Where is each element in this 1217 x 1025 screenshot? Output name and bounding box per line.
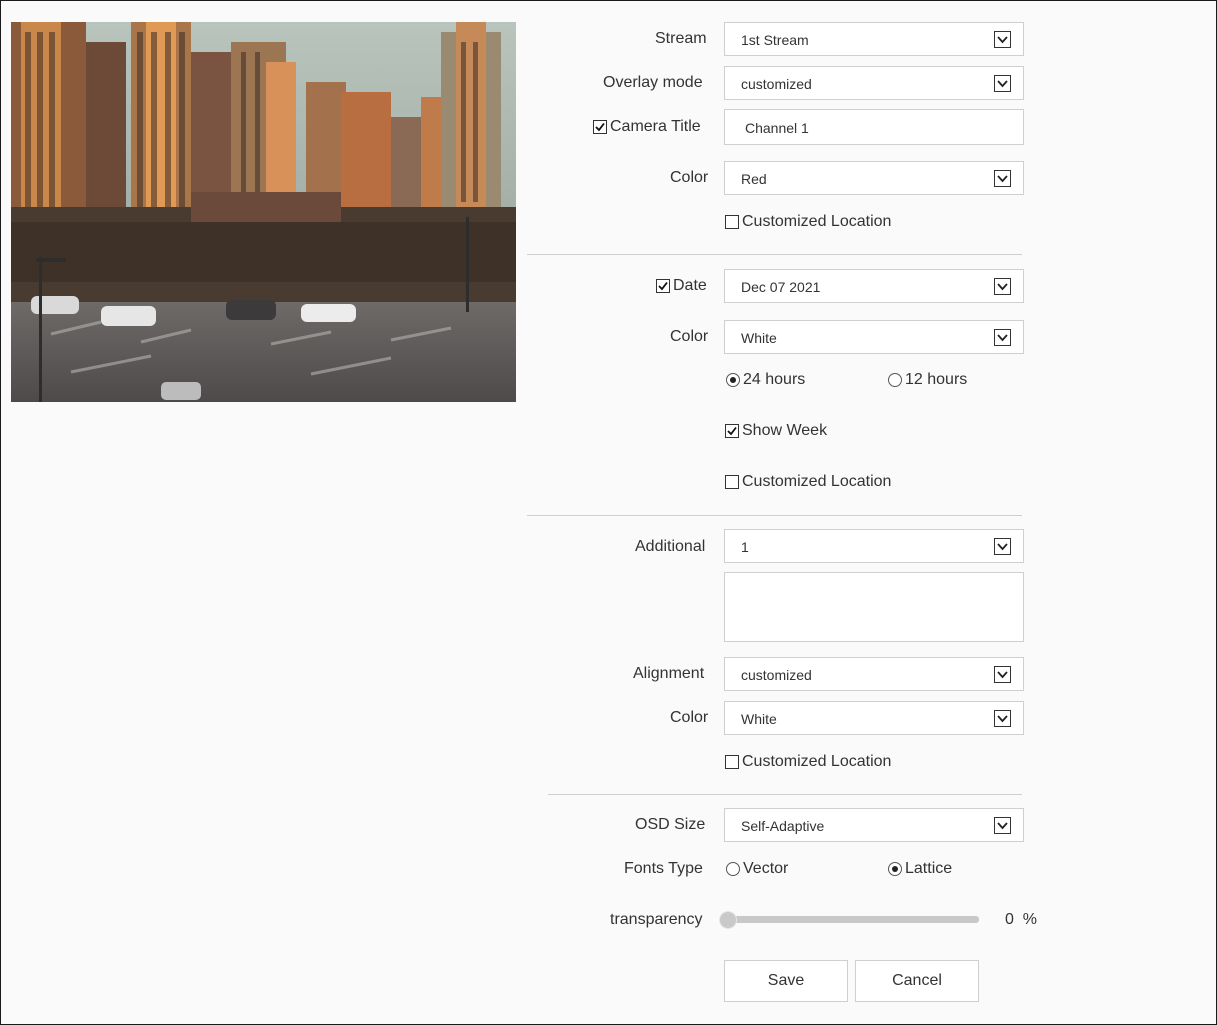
osd-size-select[interactable]: Self-Adaptive [724,808,1024,842]
camera-title-input[interactable]: Channel 1 [724,109,1024,145]
chevron-down-icon[interactable] [994,170,1011,187]
fonts-type-label: Fonts Type [624,860,703,877]
date-customized-location-checkbox[interactable]: Customized Location [725,473,891,491]
transparency-slider-handle[interactable] [719,911,737,929]
fonts-lattice-label: Lattice [905,860,953,877]
additional-label: Additional [635,538,706,555]
section-divider [527,254,1022,255]
osd-settings-panel: Stream 1st Stream Overlay mode customize… [0,0,1217,1025]
title-customized-location-checkbox[interactable]: Customized Location [725,213,891,231]
transparency-label: transparency [610,911,703,928]
checkbox-checked-icon[interactable] [593,120,607,134]
stream-select[interactable]: 1st Stream [724,22,1024,56]
checkbox-unchecked-icon[interactable] [725,755,739,769]
additional-text-input[interactable] [724,572,1024,642]
title-color-label: Color [670,169,709,186]
checkbox-checked-icon[interactable] [656,279,670,293]
chevron-down-icon[interactable] [994,538,1011,555]
additional-color-label: Color [670,709,709,726]
title-color-value: Red [741,171,767,187]
transparency-value: 0 [1005,911,1014,928]
osd-size-value: Self-Adaptive [741,818,825,834]
additional-customized-location-label: Customized Location [742,753,892,770]
save-button[interactable]: Save [724,960,848,1002]
additional-select[interactable]: 1 [724,529,1024,563]
fonts-vector-radio[interactable]: Vector [726,860,788,878]
radio-selected-icon[interactable] [726,373,740,387]
radio-unselected-icon[interactable] [888,373,902,387]
stream-label: Stream [655,30,707,47]
date-color-select[interactable]: White [724,320,1024,354]
transparency-readout: 0 % [1005,911,1037,929]
stream-value: 1st Stream [741,32,809,48]
chevron-down-icon[interactable] [994,817,1011,834]
additional-color-value: White [741,711,777,727]
title-color-select[interactable]: Red [724,161,1024,195]
date-customized-location-label: Customized Location [742,473,892,490]
date-checkbox[interactable]: Date [656,277,707,295]
radio-unselected-icon[interactable] [726,862,740,876]
transparency-unit: % [1022,911,1038,928]
osd-size-label: OSD Size [635,816,706,833]
overlay-mode-label: Overlay mode [603,74,703,91]
checkbox-unchecked-icon[interactable] [725,215,739,229]
radio-selected-icon[interactable] [888,862,902,876]
alignment-value: customized [741,667,812,683]
camera-title-checkbox[interactable]: Camera Title [593,118,701,136]
chevron-down-icon[interactable] [994,666,1011,683]
checkbox-unchecked-icon[interactable] [725,475,739,489]
alignment-label: Alignment [633,665,705,682]
transparency-slider-track[interactable] [734,916,979,923]
date-color-label: Color [670,328,709,345]
date-label: Date [673,277,707,294]
camera-title-label: Camera Title [610,118,701,135]
camera-title-value: Channel 1 [745,120,809,136]
date-format-value: Dec 07 2021 [741,279,821,295]
camera-preview-image [11,22,516,402]
fonts-vector-label: Vector [743,860,789,877]
hours-24-label: 24 hours [743,371,806,388]
additional-color-select[interactable]: White [724,701,1024,735]
chevron-down-icon[interactable] [994,710,1011,727]
date-format-select[interactable]: Dec 07 2021 [724,269,1024,303]
show-week-checkbox[interactable]: Show Week [725,422,827,440]
date-color-value: White [741,330,777,346]
additional-customized-location-checkbox[interactable]: Customized Location [725,753,891,771]
fonts-lattice-radio[interactable]: Lattice [888,860,952,878]
hours-12-label: 12 hours [905,371,968,388]
alignment-select[interactable]: customized [724,657,1024,691]
cancel-button[interactable]: Cancel [855,960,979,1002]
chevron-down-icon[interactable] [994,329,1011,346]
chevron-down-icon[interactable] [994,278,1011,295]
show-week-label: Show Week [742,422,828,439]
overlay-mode-select[interactable]: customized [724,66,1024,100]
chevron-down-icon[interactable] [994,75,1011,92]
hours-12-radio[interactable]: 12 hours [888,371,967,389]
checkbox-checked-icon[interactable] [725,424,739,438]
hours-24-radio[interactable]: 24 hours [726,371,805,389]
additional-value: 1 [741,539,749,555]
title-customized-location-label: Customized Location [742,213,892,230]
overlay-mode-value: customized [741,76,812,92]
chevron-down-icon[interactable] [994,31,1011,48]
section-divider [548,794,1022,795]
section-divider [527,515,1022,516]
